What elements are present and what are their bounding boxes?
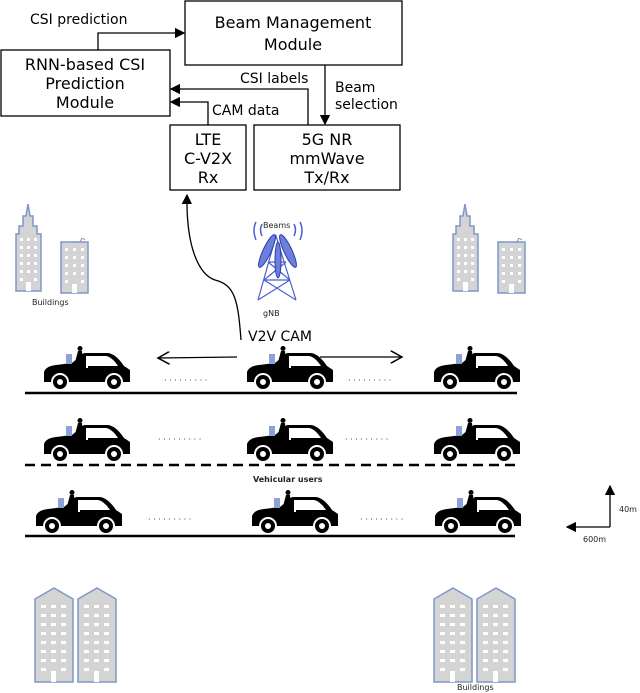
building-icon (452, 204, 479, 292)
dots: · · · · · · · · · (158, 435, 201, 444)
cam-data-arrow (169, 96, 209, 125)
building-icon (476, 587, 516, 683)
dots: · · · · · · · · · (345, 435, 388, 444)
building-icon (34, 587, 74, 683)
vehicle-icon (35, 490, 123, 535)
vehicle-icon (43, 346, 131, 391)
vehicle-icon (246, 346, 334, 391)
scale-600m-label: 600m (583, 535, 606, 544)
dots: · · · · · · · · · (164, 376, 207, 385)
csi-prediction-arrow (97, 27, 186, 50)
buildings-label: Buildings (32, 298, 69, 307)
scale-40m-label: 40m (619, 505, 637, 514)
vehicle-icon (434, 490, 522, 535)
svg-text:RNN-based CSI: RNN-based CSI (25, 55, 145, 74)
svg-text:Module: Module (56, 93, 114, 112)
gnb-label: gNB (263, 309, 280, 318)
svg-text:Beam Management: Beam Management (215, 13, 372, 32)
v2v-uplink-curve (181, 193, 242, 341)
vehicle-icon (246, 418, 334, 463)
building-icon (77, 587, 117, 683)
gnb-tower-icon (253, 221, 303, 301)
vehicle-icon (251, 490, 339, 535)
rnn-csi-prediction-module: RNN-based CSI Prediction Module (0, 49, 171, 117)
building-icon (60, 238, 89, 294)
svg-text:Prediction: Prediction (45, 74, 124, 93)
csi-prediction-label: CSI prediction (30, 12, 127, 28)
v2v-cam-label: V2V CAM (248, 329, 312, 345)
beams-label: Beams (263, 221, 290, 230)
buildings-label: Buildings (457, 683, 494, 692)
dots: · · · · · · · · · (360, 515, 403, 524)
svg-text:mmWave: mmWave (289, 149, 364, 168)
5g-nr-mmwave-block: 5G NR mmWave Tx/Rx (253, 124, 401, 191)
building-icon (433, 587, 473, 683)
dots: · · · · · · · · · (148, 515, 191, 524)
beam-selection-label: Beam (335, 80, 375, 96)
cam-data-label: CAM data (212, 103, 279, 119)
building-icon (497, 238, 526, 294)
dots: · · · · · · · · · (348, 376, 391, 385)
svg-text:LTE: LTE (195, 130, 222, 149)
vehicle-icon (433, 346, 521, 391)
svg-text:Module: Module (264, 35, 322, 54)
svg-text:Rx: Rx (198, 168, 219, 187)
vehicular-users-label: Vehicular users (253, 475, 323, 484)
system-diagram: Beam Management Module RNN-based CSI Pre… (0, 0, 637, 692)
lte-cv2x-rx-block: LTE C-V2X Rx (169, 124, 247, 191)
svg-text:C-V2X: C-V2X (184, 149, 232, 168)
beam-selection-label-2: selection (335, 97, 398, 113)
svg-text:5G NR: 5G NR (302, 130, 353, 149)
v2v-left-arrow (158, 357, 238, 358)
vehicle-icon (43, 418, 131, 463)
vehicle-icon (433, 418, 521, 463)
svg-text:Tx/Rx: Tx/Rx (303, 168, 349, 187)
csi-labels-label: CSI labels (240, 71, 308, 87)
beam-management-module: Beam Management Module (184, 0, 403, 66)
building-icon (15, 204, 42, 292)
